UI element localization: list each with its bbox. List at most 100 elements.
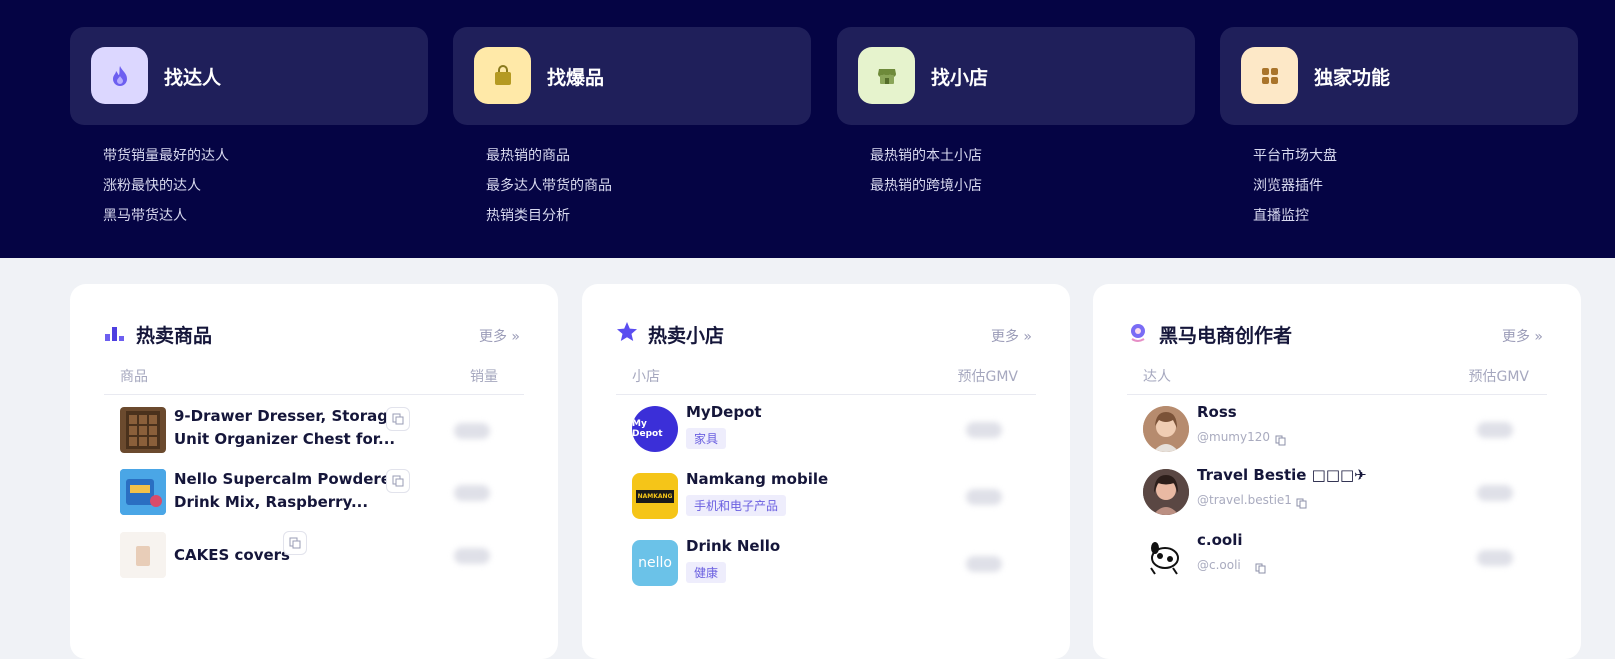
nav-link-market-dashboard[interactable]: 平台市场大盘 [1253,147,1578,177]
nav-link-top-sellers[interactable]: 带货销量最好的达人 [103,147,428,177]
nav-section-find-products: 找爆品 最热销的商品 最多达人带货的商品 热销类目分析 [453,27,811,237]
creator-avatar [1143,406,1189,452]
bar-chart-icon [104,322,126,346]
creator-name: Travel Bestie □□□✈ [1197,466,1367,484]
table-row[interactable]: Nello Supercalm Powdered Drink Mix, Rasp… [120,469,524,517]
creator-name: c.ooli [1197,531,1243,549]
copy-icon[interactable] [1255,559,1266,578]
star-icon [616,321,638,347]
nav-title: 找达人 [164,67,222,89]
product-name-line: 9-Drawer Dresser, Storage [174,407,399,425]
shop-logo-text: My Depot [632,419,663,439]
nav-link-local-shops[interactable]: 最热销的本土小店 [870,147,1195,177]
storefront-icon [858,47,915,104]
category-tag: 健康 [686,562,727,583]
gmv-value-blurred [966,422,1002,438]
copy-icon[interactable] [1296,494,1307,513]
product-thumbnail [120,407,166,453]
shop-logo-text: nello [638,555,672,571]
creator-name: Ross [1197,403,1237,421]
fire-icon [91,47,148,104]
shop-row[interactable]: My Depot MyDepot 家具 [632,403,1036,454]
column-header-sales: 销量 [470,369,498,385]
hot-shops-panel: 热卖小店 更多 » 小店 预估GMV My Depot MyDepot 家具 N… [582,284,1070,659]
gmv-value-blurred [1477,485,1513,501]
shop-row[interactable]: NAMKANG Namkang mobile 手机和电子产品 [632,470,1036,521]
gmv-value-blurred [1477,550,1513,566]
nav-link-dark-horse[interactable]: 黑马带货达人 [103,207,428,237]
gmv-value-blurred [966,556,1002,572]
creator-badge-icon [1127,321,1149,347]
more-link[interactable]: 更多 » [1502,326,1543,346]
divider [1127,394,1547,395]
creator-avatar [1143,469,1189,515]
more-link[interactable]: 更多 » [991,326,1032,346]
table-row[interactable]: 9-Drawer Dresser, Storage Unit Organizer… [120,407,524,455]
nav-card-find-products[interactable]: 找爆品 [453,27,811,125]
panel-title: 热卖商品 [136,324,213,347]
creator-handle: @mumy120 [1197,430,1270,444]
nav-link-category-analysis[interactable]: 热销类目分析 [486,207,811,237]
more-link[interactable]: 更多 » [479,326,520,346]
panel-title: 热卖小店 [648,324,725,347]
shop-name: Namkang mobile [686,470,829,488]
column-header-shop: 小店 [632,369,660,385]
creator-row[interactable]: c.ooli @c.ooli [1143,531,1547,582]
category-tag: 家具 [686,428,727,449]
sales-value-blurred [454,423,490,439]
nav-card-exclusive-features[interactable]: 独家功能 [1220,27,1578,125]
column-header-product: 商品 [120,369,148,385]
category-tag: 手机和电子产品 [686,495,787,516]
shop-logo: nello [632,540,678,586]
copy-icon[interactable] [283,531,307,555]
product-thumbnail [120,469,166,515]
nav-link-browser-extension[interactable]: 浏览器插件 [1253,177,1578,207]
nav-section-find-creators: 找达人 带货销量最好的达人 涨粉最快的达人 黑马带货达人 [70,27,428,237]
sales-value-blurred [454,485,490,501]
shopping-bag-icon [474,47,531,104]
copy-icon[interactable] [386,469,410,493]
creator-handle: @c.ooli [1197,558,1241,572]
creator-avatar [1143,534,1189,580]
product-name-line: Nello Supercalm Powdered [174,470,402,488]
column-header-creator: 达人 [1143,369,1171,385]
product-thumbnail [120,532,166,578]
copy-icon[interactable] [386,407,410,431]
copy-icon[interactable] [1275,431,1286,450]
shop-name: MyDepot [686,403,762,421]
shop-row[interactable]: nello Drink Nello 健康 [632,537,1036,588]
product-name-line: Unit Organizer Chest for... [174,430,396,448]
nav-title: 独家功能 [1314,67,1391,89]
sales-value-blurred [454,548,490,564]
product-name-line: CAKES covers [174,546,290,564]
nav-section-find-shops: 找小店 最热销的本土小店 最热销的跨境小店 [837,27,1195,207]
nav-link-live-monitoring[interactable]: 直播监控 [1253,207,1578,237]
table-row[interactable]: CAKES covers [120,531,524,580]
creator-row[interactable]: Travel Bestie □□□✈ @travel.bestie1 [1143,466,1547,517]
dark-horse-creators-panel: 黑马电商创作者 更多 » 达人 预估GMV Ross @mumy120 Trav… [1093,284,1581,659]
panel-title: 黑马电商创作者 [1159,324,1293,347]
nav-card-find-creators[interactable]: 找达人 [70,27,428,125]
column-header-estimated-gmv: 预估GMV [957,369,1018,385]
creator-row[interactable]: Ross @mumy120 [1143,403,1547,454]
shop-logo: My Depot [632,406,678,452]
creator-handle: @travel.bestie1 [1197,493,1292,507]
nav-link-fastest-growing[interactable]: 涨粉最快的达人 [103,177,428,207]
gmv-value-blurred [966,489,1002,505]
nav-link-cross-border-shops[interactable]: 最热销的跨境小店 [870,177,1195,207]
gmv-value-blurred [1477,422,1513,438]
column-header-estimated-gmv: 预估GMV [1468,369,1529,385]
nav-link-best-selling-products[interactable]: 最热销的商品 [486,147,811,177]
hot-products-panel: 热卖商品 更多 » 商品 销量 9-Drawer Dresser, Storag… [70,284,558,659]
nav-link-most-promoted-products[interactable]: 最多达人带货的商品 [486,177,811,207]
nav-section-exclusive-features: 独家功能 平台市场大盘 浏览器插件 直播监控 [1220,27,1578,237]
nav-card-find-shops[interactable]: 找小店 [837,27,1195,125]
grid-apps-icon [1241,47,1298,104]
shop-logo: NAMKANG [632,473,678,519]
nav-title: 找爆品 [547,67,605,89]
shop-name: Drink Nello [686,537,781,555]
shop-logo-text: NAMKANG [635,489,675,503]
product-name-line: Drink Mix, Raspberry... [174,493,369,511]
divider [616,394,1036,395]
nav-title: 找小店 [931,67,989,89]
